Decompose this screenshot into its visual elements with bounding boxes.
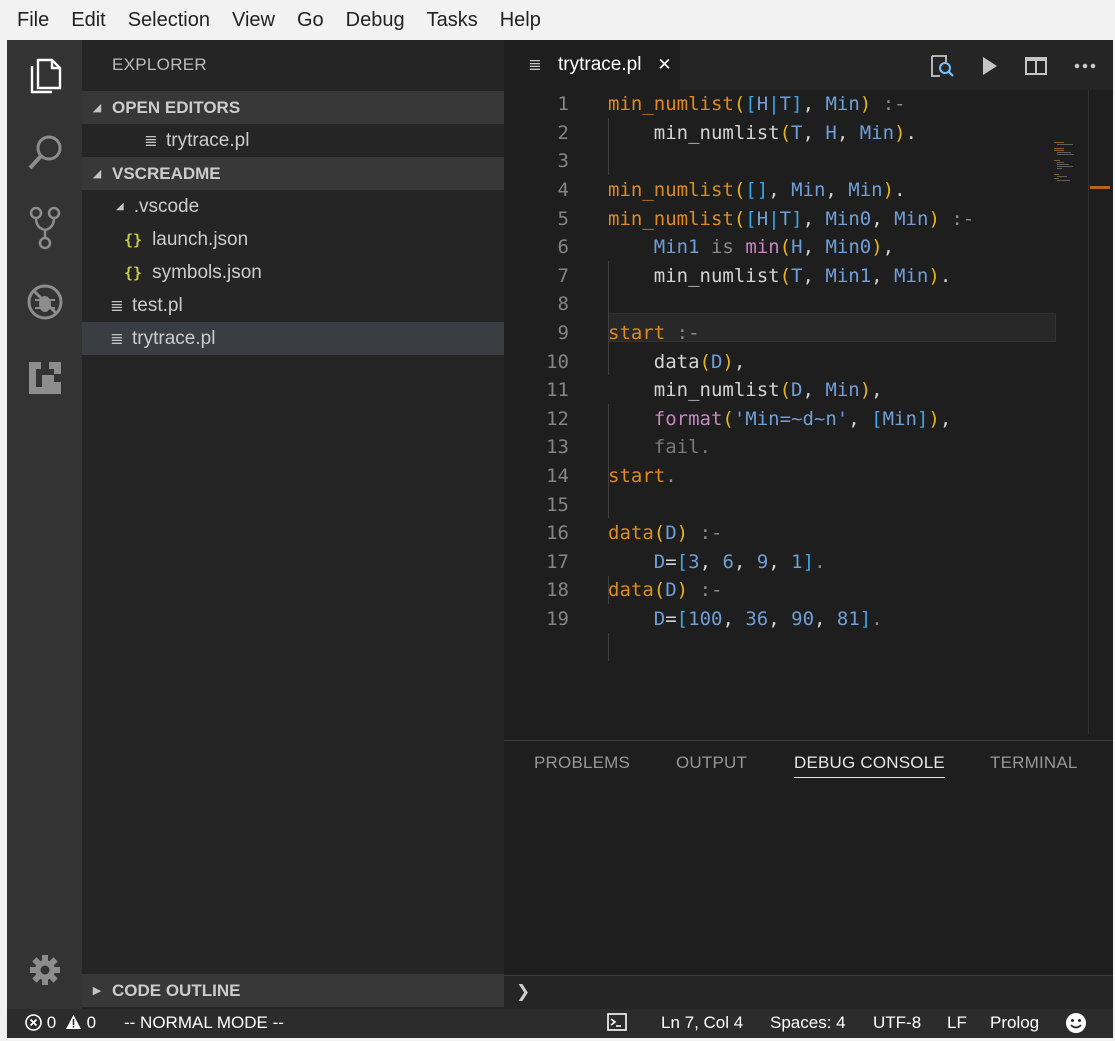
code-line: 14 start. (546, 465, 677, 488)
code-line: 1 min_numlist([H|T], Min) :- (557, 93, 906, 116)
open-editor-item[interactable]: ≣ trytrace.pl (82, 124, 504, 157)
cursor-position[interactable]: Ln 7, Col 4 (661, 1013, 743, 1033)
explorer-title: EXPLORER (112, 55, 207, 74)
lines-file-icon: ≣ (528, 57, 542, 74)
minimap[interactable] (1052, 140, 1092, 188)
chevron-right-icon: ▶ (92, 985, 102, 997)
menu-help[interactable]: Help (489, 9, 552, 32)
tree-file-launch-json[interactable]: {} launch.json (82, 223, 504, 256)
split-editor-icon[interactable] (1022, 52, 1050, 80)
end-of-line[interactable]: LF (947, 1013, 967, 1033)
warning-icon (65, 1015, 81, 1029)
tree-folder-vscode[interactable]: ◢ .vscode (82, 190, 504, 223)
problems-indicator[interactable]: 0 0 (25, 1013, 96, 1033)
language-mode[interactable]: Prolog (990, 1013, 1039, 1033)
chevron-down-icon: ◢ (92, 168, 102, 180)
code-line: 12 format('Min=~d~n', [Min]), (546, 407, 952, 430)
open-editors-header[interactable]: ◢ OPEN EDITORS (82, 91, 504, 124)
tab-problems[interactable]: PROBLEMS (534, 753, 630, 777)
code-line: 10 data(D), (546, 350, 746, 373)
code-line: 8 (557, 293, 569, 316)
tree-file-symbols-json[interactable]: {} symbols.json (82, 256, 504, 289)
code-line: 4 min_numlist([], Min, Min). (557, 179, 906, 202)
vim-mode: -- NORMAL MODE -- (124, 1013, 284, 1032)
code-line: 6 Min1 is min(H, Min0), (557, 236, 895, 259)
menu-view[interactable]: View (221, 9, 286, 32)
menu-file[interactable]: File (6, 9, 60, 32)
debug-icon[interactable] (7, 272, 82, 332)
tab-debug-console[interactable]: DEBUG CONSOLE (794, 753, 945, 778)
scrollbar-cursor-marker (1090, 186, 1110, 189)
sidebar: EXPLORER ◢ OPEN EDITORS ≣ trytrace.pl ◢ … (82, 40, 504, 1009)
code-line: 9 start :- (557, 322, 700, 345)
more-actions-icon[interactable] (1071, 52, 1099, 80)
editor-area: ≣ trytrace.pl ✕ 1 min_numlist([H|T], Min… (504, 40, 1113, 1010)
chevron-down-icon: ◢ (116, 201, 124, 212)
editor-tab[interactable]: ≣ trytrace.pl ✕ (504, 40, 680, 90)
lines-file-icon: ≣ (110, 297, 124, 315)
tab-output[interactable]: OUTPUT (676, 753, 747, 777)
tree-file-test-pl[interactable]: ≣ test.pl (82, 289, 504, 322)
menu-edit[interactable]: Edit (60, 9, 116, 32)
lines-file-icon: ≣ (110, 330, 124, 348)
extensions-icon[interactable] (7, 348, 82, 408)
run-icon[interactable] (975, 52, 1003, 80)
encoding[interactable]: UTF-8 (873, 1013, 921, 1033)
json-braces-icon: {} (124, 230, 143, 249)
json-braces-icon: {} (124, 263, 143, 282)
explorer-icon[interactable] (7, 46, 82, 106)
menu-selection[interactable]: Selection (117, 9, 221, 32)
code-outline-header[interactable]: ▶ CODE OUTLINE (82, 974, 504, 1007)
gear-icon[interactable] (7, 940, 82, 1000)
folder-header[interactable]: ◢ VSCREADME (82, 157, 504, 190)
code-line: 15 (546, 493, 569, 516)
tab-terminal[interactable]: TERMINAL (990, 753, 1078, 777)
menu-bar: File Edit Selection View Go Debug Tasks … (0, 0, 1115, 40)
terminal-icon[interactable] (607, 1013, 627, 1033)
code-line: 7 min_numlist(T, Min1, Min). (557, 264, 952, 287)
menu-go[interactable]: Go (286, 9, 335, 32)
indent-guide (608, 633, 609, 661)
activity-bar (7, 40, 82, 1009)
menu-debug[interactable]: Debug (335, 9, 416, 32)
indentation[interactable]: Spaces: 4 (770, 1013, 846, 1033)
close-icon[interactable]: ✕ (657, 55, 671, 75)
menu-tasks[interactable]: Tasks (416, 9, 489, 32)
chevron-down-icon: ◢ (92, 102, 102, 114)
console-prompt-icon: ❯ (516, 982, 531, 1001)
code-line: 3 (557, 150, 569, 173)
editor-scrollbar-track[interactable] (1088, 90, 1089, 734)
code-line: 5 min_numlist([H|T], Min0, Min) :- (557, 207, 975, 230)
code-line: 19 D=[100, 36, 90, 81]. (546, 608, 883, 631)
code-line: 11 min_numlist(D, Min), (546, 379, 883, 402)
code-line: 17 D=[3, 6, 9, 1]. (546, 550, 826, 573)
vscode-window: EXPLORER ◢ OPEN EDITORS ≣ trytrace.pl ◢ … (7, 40, 1113, 1010)
search-preview-icon[interactable] (928, 52, 956, 80)
error-icon (25, 1014, 42, 1031)
bottom-panel: PROBLEMS OUTPUT DEBUG CONSOLE TERMINAL ❯ (504, 740, 1113, 1010)
tree-file-trytrace-pl[interactable]: ≣ trytrace.pl (82, 322, 504, 355)
code-line: 16 data(D) :- (546, 522, 723, 545)
code-line: 2 min_numlist(T, H, Min). (557, 121, 917, 144)
source-control-icon[interactable] (7, 198, 82, 258)
code-editor[interactable]: 1 min_numlist([H|T], Min) :- 2 min_numli… (504, 90, 1113, 740)
feedback-smiley-icon[interactable] (1065, 1012, 1087, 1039)
search-icon[interactable] (7, 122, 82, 182)
debug-console-input[interactable]: ❯ (504, 975, 1113, 1010)
code-line: 13 fail. (546, 436, 711, 459)
status-bar: 0 0 -- NORMAL MODE -- Ln 7, Col 4 Spaces… (7, 1009, 1113, 1038)
lines-file-icon: ≣ (144, 132, 158, 150)
code-line: 18 data(D) :- (546, 579, 723, 602)
tab-bar: ≣ trytrace.pl ✕ (504, 40, 1113, 90)
